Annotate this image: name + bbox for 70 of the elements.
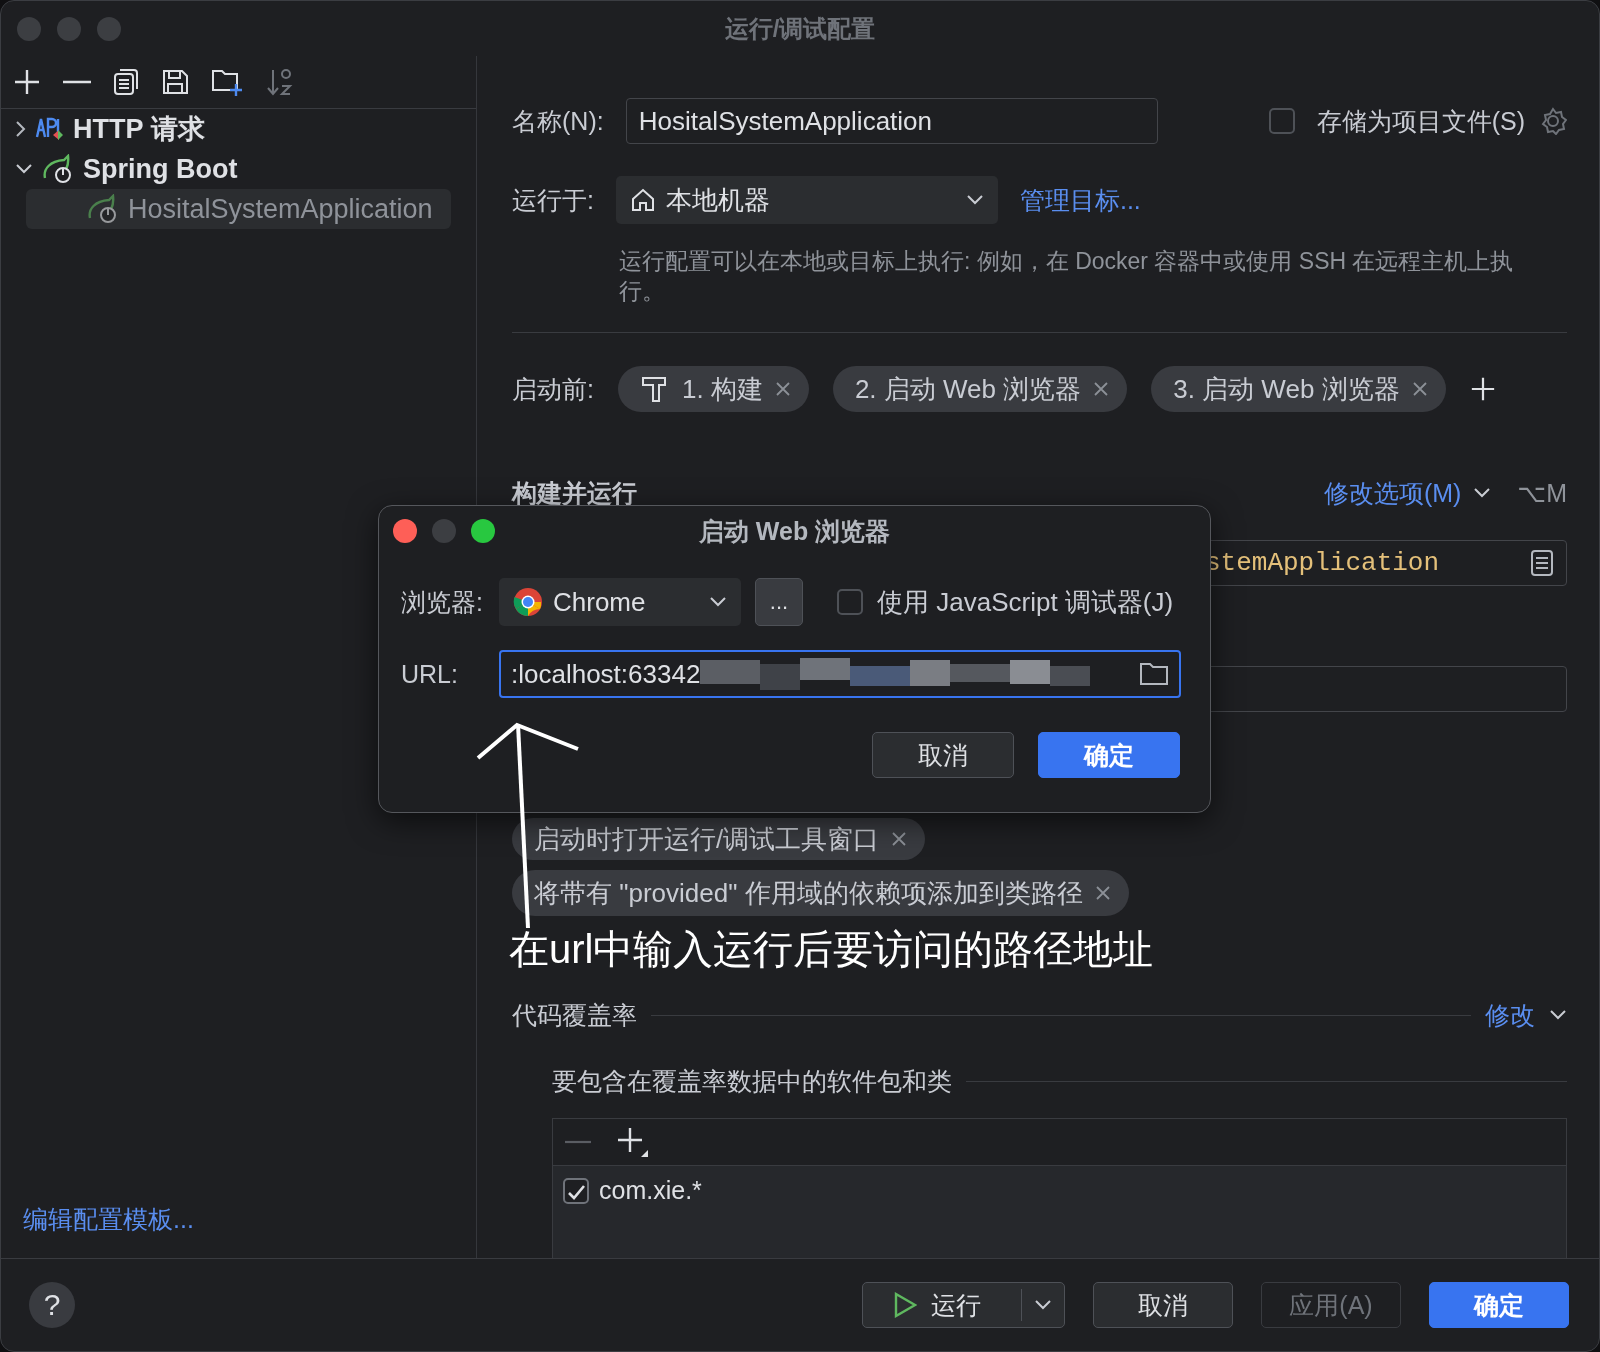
checkbox-label: 存储为项目文件(S) [1316, 105, 1525, 137]
description-text: 运行配置可以在本地或目标上执行: 例如，在 Docker 容器中或使用 SSH 在远程主机上执行。 [619, 247, 1515, 306]
home-icon [629, 187, 656, 213]
help-button[interactable]: ? [29, 1282, 75, 1328]
tree-item[interactable]: HTTP 请求 [1, 109, 476, 149]
edit-templates-link[interactable]: 编辑配置模板... [23, 1203, 476, 1236]
dialog-button[interactable]: 取消 [1093, 1282, 1233, 1328]
chevron-down-icon [1034, 1299, 1052, 1311]
cancel-button[interactable]: 取消 [872, 732, 1014, 778]
package-pattern: com.xie.* [599, 1176, 702, 1205]
save-icon[interactable] [161, 68, 189, 96]
close-icon[interactable] [1411, 381, 1428, 397]
close-icon[interactable] [774, 381, 791, 397]
tree-item[interactable]: HositalSystemApplication [26, 189, 451, 229]
tree-item[interactable]: Spring Boot [1, 149, 476, 189]
play-icon [893, 1292, 917, 1318]
field-label: URL: [401, 659, 459, 689]
close-icon[interactable] [1094, 885, 1111, 901]
sort-icon[interactable] [265, 67, 293, 97]
copy-icon[interactable] [113, 68, 139, 96]
run-button[interactable]: 运行 [862, 1282, 1065, 1328]
ok-button[interactable]: 确定 [1038, 732, 1180, 778]
document-icon[interactable] [1530, 549, 1554, 577]
section-title: 构建并运行 [512, 477, 637, 509]
chevron-right-icon[interactable] [15, 120, 27, 138]
chevron-down-icon [1473, 487, 1492, 499]
close-icon[interactable] [891, 831, 908, 847]
annotation-text: 在url中输入运行后要访问的路径地址 [509, 926, 1155, 973]
close-window-button[interactable] [393, 519, 417, 543]
plus-icon[interactable] [1469, 376, 1496, 402]
folder-icon[interactable] [1139, 661, 1169, 687]
chevron-down-icon [965, 194, 984, 206]
api-icon [35, 115, 65, 143]
field-label: 浏览器: [401, 586, 484, 618]
task-chip[interactable]: 1. 构建 [617, 366, 809, 412]
chevron-down-icon [15, 163, 33, 175]
shortcut-text: ⌥M [1517, 478, 1567, 508]
url-field[interactable]: :localhost:63342 [499, 650, 1181, 698]
section-title: 代码覆盖率 [512, 999, 637, 1031]
field-label: 名称(N): [512, 105, 604, 137]
browse-button[interactable]: ... [755, 578, 803, 626]
field-label: 启动前: [512, 373, 594, 405]
section-subtitle: 要包含在覆盖率数据中的软件包和类 [552, 1065, 952, 1097]
option-chip[interactable]: 启动时打开运行/调试工具窗口 [512, 818, 926, 860]
chrome-icon [513, 587, 543, 617]
chevron-down-icon [1549, 1009, 1567, 1021]
window-title: 运行/调试配置 [724, 13, 876, 44]
close-icon[interactable] [1093, 381, 1110, 397]
plus-icon[interactable] [617, 1126, 649, 1158]
checkbox[interactable] [563, 1177, 589, 1204]
browser-dropdown[interactable]: Chrome [499, 578, 741, 626]
target-dropdown[interactable]: 本地机器 [615, 176, 998, 224]
checkbox[interactable] [837, 589, 863, 615]
modify-options-link[interactable]: 修改选项(M) [1323, 476, 1462, 510]
folder-plus-icon[interactable] [211, 67, 243, 97]
modify-link[interactable]: 修改 [1485, 998, 1535, 1032]
task-chip[interactable]: 3. 启动 Web 浏览器 [1151, 366, 1446, 412]
dialog-title: 启动 Web 浏览器 [698, 515, 891, 547]
option-chip[interactable]: 将带有 "provided" 作用域的依赖项添加到类路径 [512, 870, 1129, 916]
name-field[interactable]: HositalSystemApplication [625, 98, 1158, 144]
checkbox-label: 使用 JavaScript 调试器(J) [877, 585, 1174, 619]
ok-button[interactable]: 确定 [1429, 1282, 1569, 1328]
manage-targets-link[interactable]: 管理目标... [1019, 183, 1141, 217]
plus-icon[interactable] [13, 68, 41, 96]
task-chip[interactable]: 2. 启动 Web 浏览器 [832, 366, 1128, 412]
settings-icon[interactable] [1539, 107, 1567, 135]
chevron-down-icon [709, 596, 727, 608]
zoom-window-button[interactable] [471, 519, 495, 543]
field-label: 运行于: [512, 184, 594, 216]
checkbox[interactable] [1268, 108, 1295, 134]
